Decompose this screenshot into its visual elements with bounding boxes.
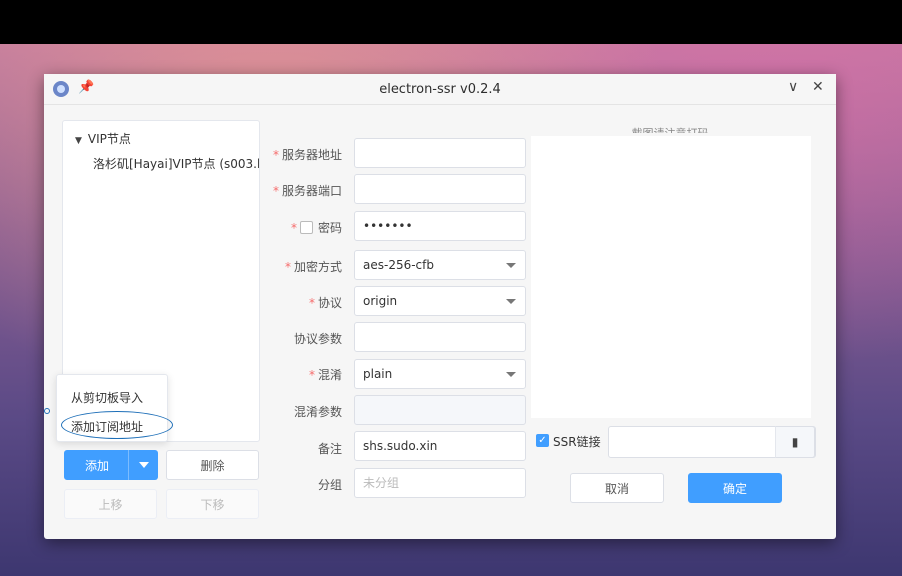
protocol-param-label: 协议参数: [293, 332, 342, 346]
tree-group-label: VIP节点: [87, 132, 131, 146]
add-button[interactable]: 添加: [64, 450, 130, 480]
protocol-select[interactable]: origin: [354, 286, 526, 316]
tree-node-item[interactable]: 洛杉矶[Hayai]VIP节点 (s003.hayai: [93, 155, 259, 172]
obfs-param-label: 混淆参数: [293, 405, 342, 419]
qr-code-area: [531, 136, 811, 418]
remarks-input[interactable]: shs.sudo.xin: [354, 431, 526, 461]
protocol-label: * 协议: [308, 296, 342, 310]
server-address-label: * 服务器地址: [272, 148, 342, 162]
add-dropdown-toggle[interactable]: [128, 450, 158, 480]
obfs-param-input[interactable]: [354, 395, 526, 425]
cancel-button[interactable]: 取消: [570, 473, 664, 503]
minimize-icon[interactable]: ∨: [788, 79, 798, 95]
window-title: electron-ssr v0.2.4: [379, 82, 501, 97]
obfs-value: plain: [363, 367, 393, 381]
server-port-label: * 服务器端口: [272, 184, 342, 198]
close-icon[interactable]: ✕: [812, 79, 824, 95]
show-password-checkbox[interactable]: [299, 221, 313, 234]
protocol-value: origin: [363, 294, 398, 308]
encryption-select[interactable]: aes-256-cfb: [354, 250, 526, 280]
remarks-label: 备注: [317, 442, 342, 456]
encryption-label: * 加密方式: [284, 260, 342, 274]
delete-button[interactable]: 删除: [166, 450, 259, 480]
dropdown-caret-icon: [506, 299, 516, 304]
move-down-button[interactable]: 下移: [166, 489, 259, 519]
password-label: * 密码: [290, 221, 342, 235]
server-port-input[interactable]: [354, 174, 526, 204]
dropdown-caret-icon: [506, 263, 516, 268]
password-input[interactable]: •••••••: [354, 211, 526, 241]
group-input[interactable]: 未分组: [354, 468, 526, 498]
server-address-input[interactable]: [354, 138, 526, 168]
menu-item-add-subscription[interactable]: 添加订阅地址: [71, 418, 143, 435]
tree-group-vip[interactable]: ▼ VIP节点: [75, 130, 131, 147]
add-dropdown-menu: 从剪切板导入 添加订阅地址: [56, 374, 173, 442]
obfs-select[interactable]: plain: [354, 359, 526, 389]
encryption-value: aes-256-cfb: [363, 258, 434, 272]
obfs-label: * 混淆: [308, 368, 342, 382]
copy-icon[interactable]: ▮: [775, 426, 815, 458]
expand-triangle-icon[interactable]: ▼: [75, 136, 82, 146]
dropdown-caret-icon: [506, 372, 516, 377]
move-up-button[interactable]: 上移: [64, 489, 157, 519]
app-window: 📌 electron-ssr v0.2.4 ∨ ✕ ▼ VIP节点 洛杉矶[Hay…: [44, 74, 836, 539]
group-label: 分组: [317, 478, 342, 492]
qr-caption: 截图请注意打码: [610, 125, 730, 133]
confirm-button[interactable]: 确定: [688, 473, 782, 503]
protocol-param-input[interactable]: [354, 322, 526, 352]
titlebar: 📌 electron-ssr v0.2.4 ∨ ✕: [44, 74, 836, 105]
ssr-link-label: SSR链接: [553, 435, 601, 449]
menu-item-import-clipboard[interactable]: 从剪切板导入: [71, 389, 143, 406]
annotation-dot: [44, 408, 50, 414]
ssr-link-checkbox[interactable]: ✓: [536, 434, 549, 447]
